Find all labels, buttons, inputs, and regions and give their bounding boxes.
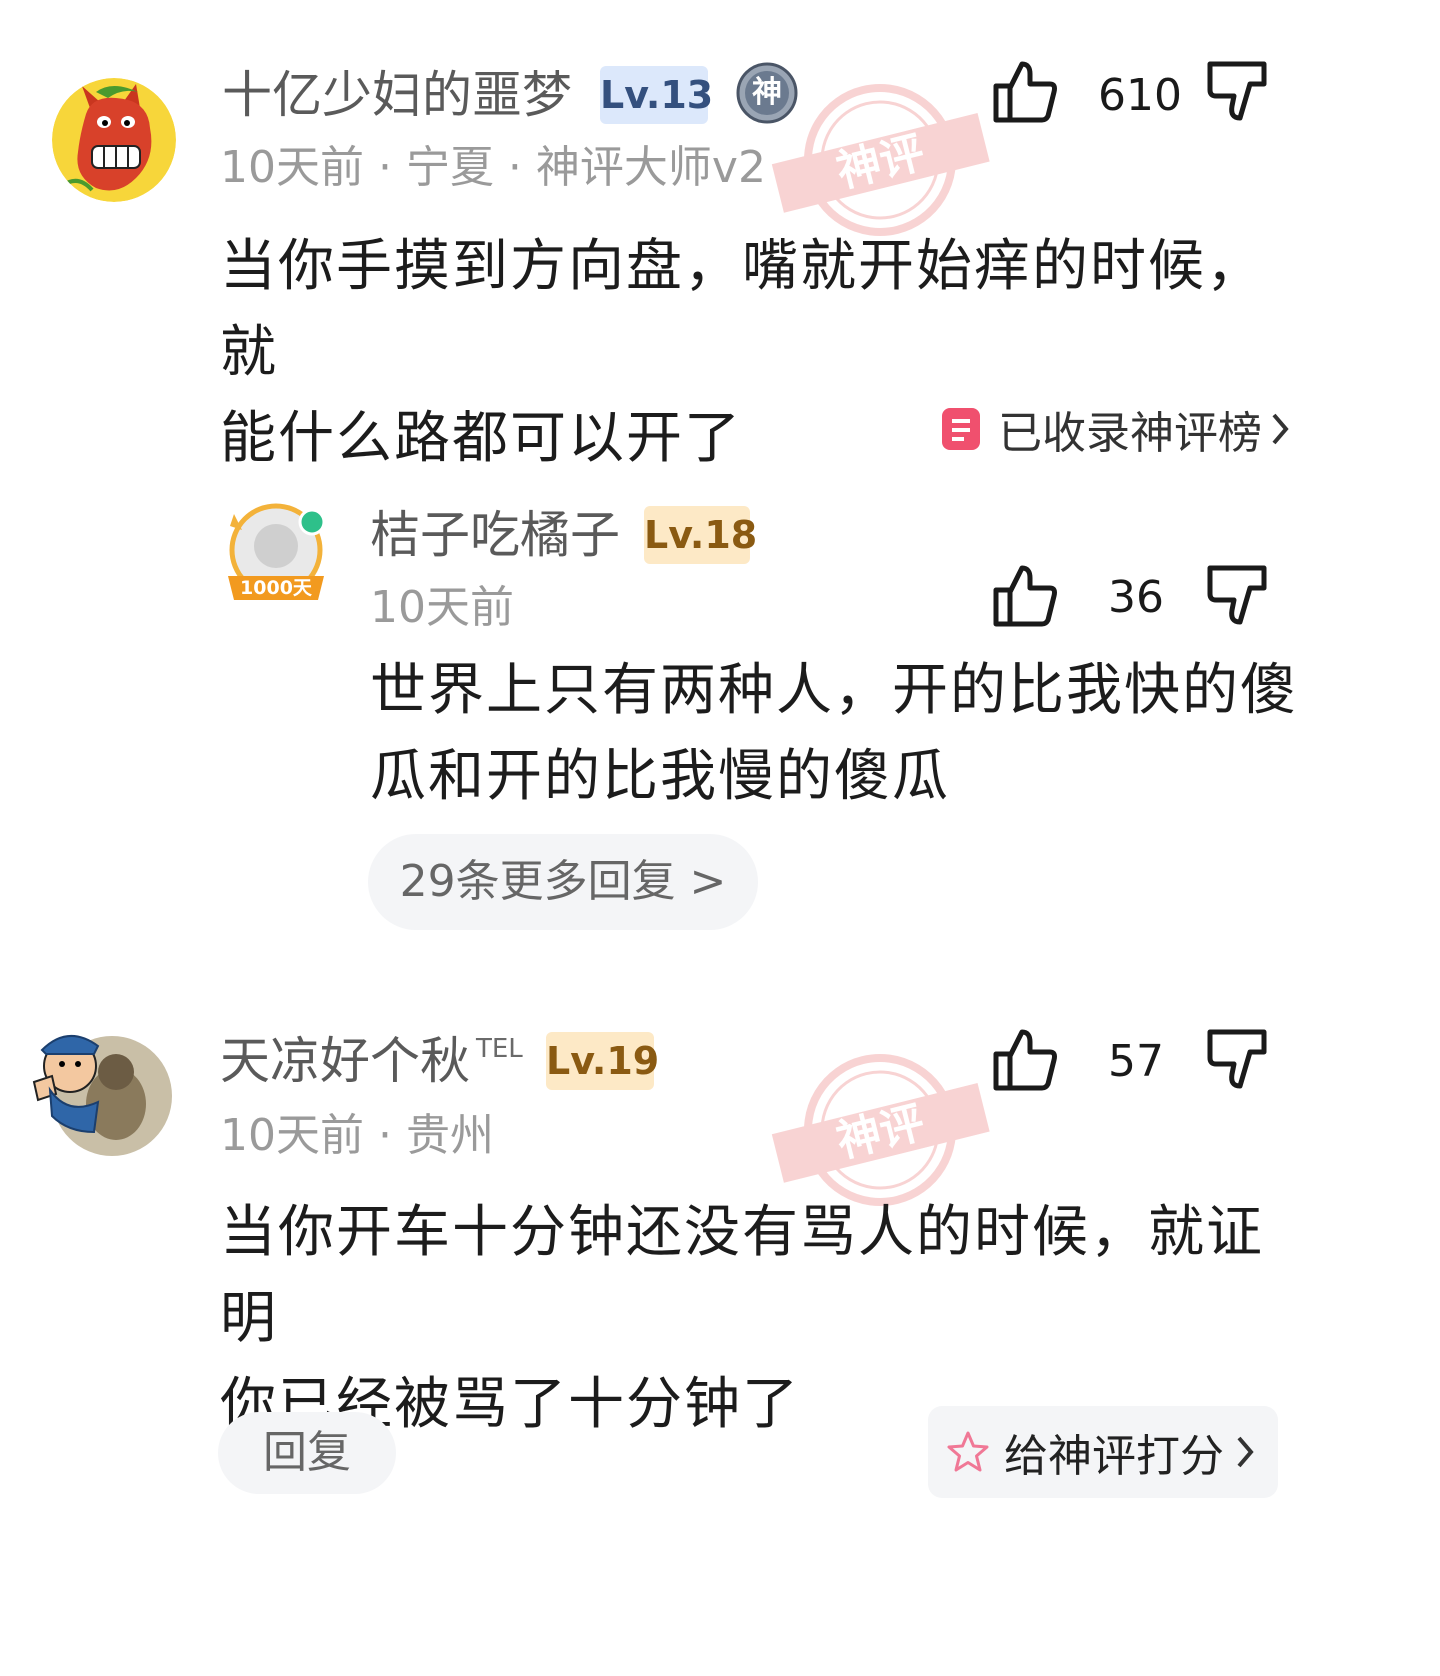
content-line: 当你开车十分钟还没有骂人的时候，就证明 bbox=[220, 1200, 1264, 1351]
comment-meta: 10天前 · 宁夏 · 神评大师v2 bbox=[220, 142, 766, 193]
level-badge: Lv.18 bbox=[644, 506, 757, 564]
star-icon bbox=[947, 1431, 989, 1472]
avatar[interactable] bbox=[28, 1020, 172, 1160]
level-badge: Lv.13 bbox=[600, 66, 713, 124]
thumbs-down-icon[interactable] bbox=[1206, 564, 1272, 628]
username-group: 天凉好个秋 TEL bbox=[220, 1036, 523, 1086]
level-badge: Lv.19 bbox=[546, 1032, 659, 1090]
thumbs-up-icon[interactable] bbox=[992, 564, 1058, 628]
content-line: 当你手摸到方向盘，嘴就开始痒的时候，就 bbox=[220, 234, 1264, 385]
username[interactable]: 天凉好个秋 bbox=[220, 1036, 470, 1086]
thumbs-up-icon[interactable] bbox=[992, 60, 1058, 124]
reply-button[interactable]: 回复 bbox=[218, 1412, 396, 1494]
list-icon bbox=[942, 408, 980, 450]
avatar[interactable]: 1000天 bbox=[226, 500, 330, 610]
thumbs-down-icon[interactable] bbox=[1206, 60, 1272, 124]
rate-god-comment-button[interactable]: 给神评打分 bbox=[928, 1406, 1278, 1498]
collected-ranking-link[interactable]: 已收录神评榜 bbox=[940, 402, 1292, 459]
comment-meta: 10天前 bbox=[370, 582, 514, 633]
thumbs-up-icon[interactable] bbox=[992, 1028, 1058, 1092]
chevron-right-icon bbox=[1237, 1436, 1254, 1468]
username[interactable]: 桔子吃橘子 bbox=[370, 510, 620, 560]
more-replies-button[interactable]: 29条更多回复 > bbox=[368, 834, 758, 930]
reply-content: 世界上只有两种人，开的比我快的傻 瓜和开的比我慢的傻瓜 bbox=[370, 648, 1300, 820]
like-count: 36 bbox=[1108, 572, 1164, 623]
avatar-badge-text: 1000天 bbox=[240, 577, 312, 599]
like-count: 610 bbox=[1098, 70, 1182, 121]
rate-label: 给神评打分 bbox=[1004, 1431, 1224, 1482]
chevron-right-icon bbox=[1272, 413, 1289, 445]
thumbs-down-icon[interactable] bbox=[1206, 1028, 1272, 1092]
comment-meta: 10天前 · 贵州 bbox=[220, 1110, 494, 1161]
collected-label: 已收录神评榜 bbox=[998, 408, 1262, 459]
username[interactable]: 十亿少妇的噩梦 bbox=[222, 70, 572, 120]
avatar[interactable] bbox=[52, 78, 176, 202]
content-line: 瓜和开的比我慢的傻瓜 bbox=[370, 744, 950, 809]
like-count: 57 bbox=[1108, 1036, 1164, 1087]
name-superscript: TEL bbox=[476, 1034, 523, 1064]
content-line: 世界上只有两种人，开的比我快的傻 bbox=[370, 658, 1298, 723]
